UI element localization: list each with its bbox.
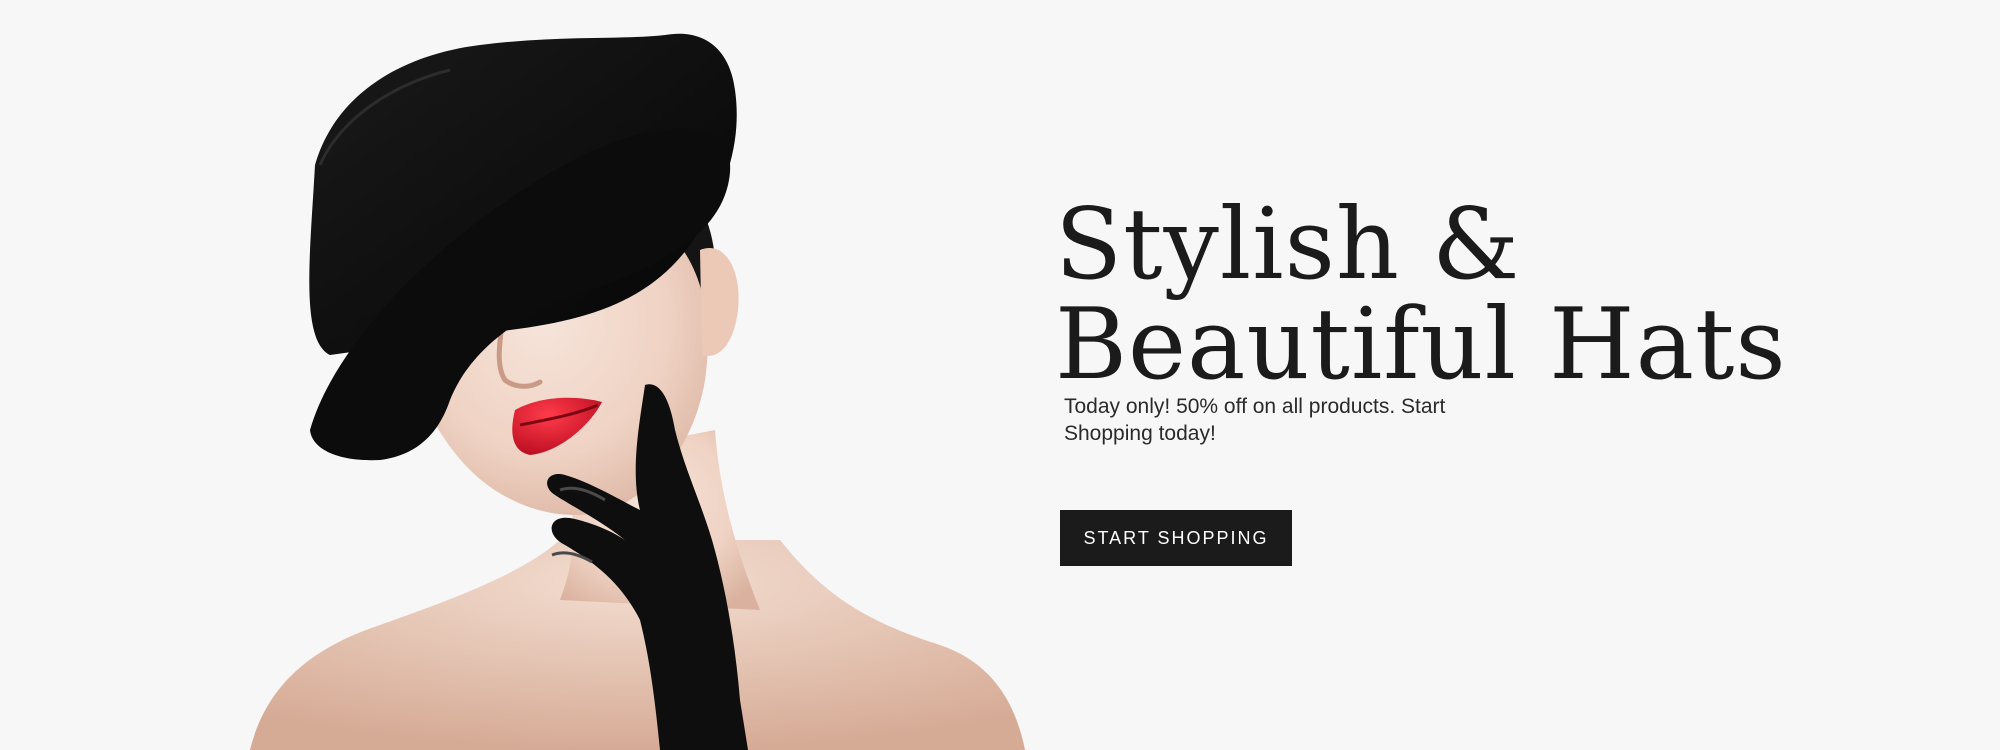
headline-line-1: Stylish & xyxy=(1055,188,1521,302)
start-shopping-button[interactable]: START SHOPPING xyxy=(1060,510,1292,566)
headline-line-2: Beautiful Hats xyxy=(1055,288,1787,402)
hero-copy: Stylish & Beautiful Hats Today only! 50%… xyxy=(1055,195,1815,447)
hero-subtext: Today only! 50% off on all products. Sta… xyxy=(1064,395,1446,445)
hero-banner: Stylish & Beautiful Hats Today only! 50%… xyxy=(0,0,2000,750)
hero-headline: Stylish & Beautiful Hats xyxy=(1055,195,1815,395)
model-hat-photo xyxy=(250,33,1025,750)
